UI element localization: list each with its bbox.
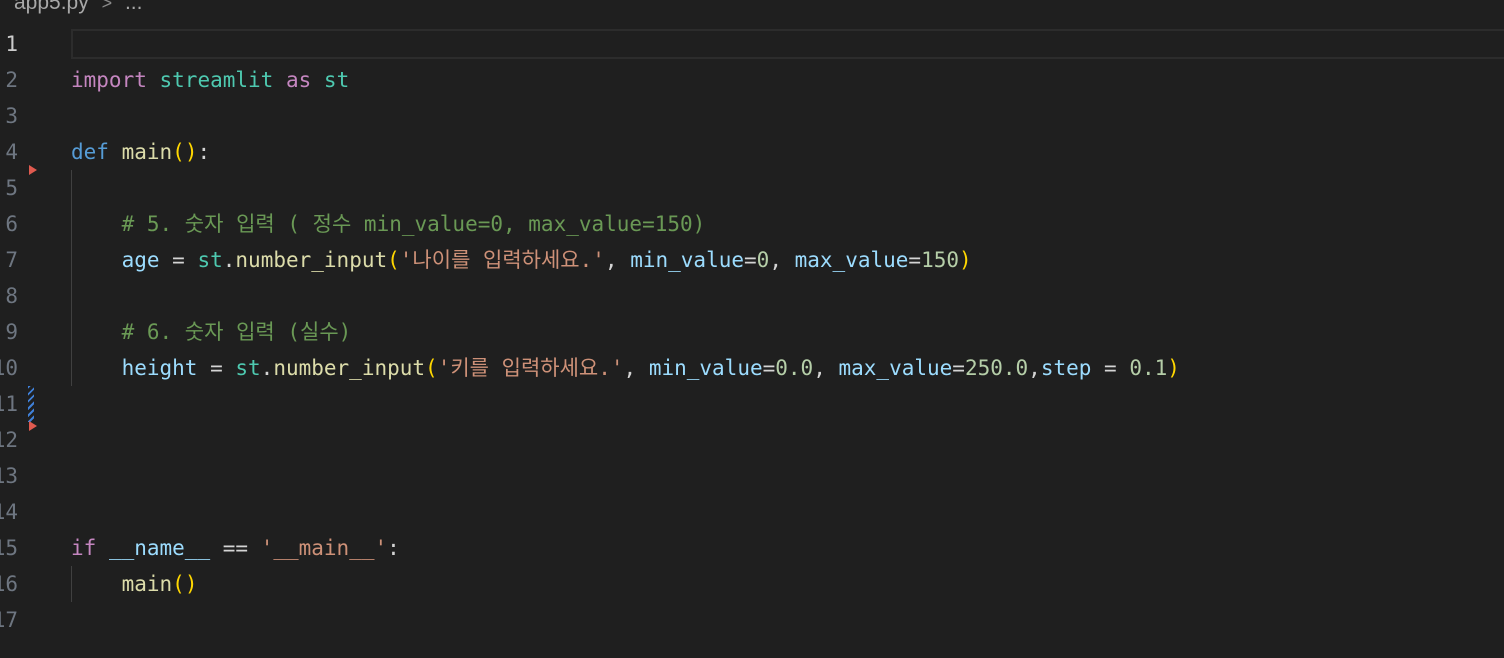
dot: . — [260, 356, 274, 380]
variable-name: age — [121, 248, 160, 272]
modified-line-marker[interactable] — [29, 421, 37, 431]
line-number: 7 — [5, 248, 18, 272]
modified-line-marker[interactable] — [29, 165, 37, 175]
comma: , — [604, 248, 631, 272]
breadcrumb-file[interactable]: app5.py — [14, 0, 89, 14]
current-line-highlight — [71, 29, 1504, 59]
keyword-if: if — [71, 536, 97, 560]
number-literal: 0.0 — [775, 356, 814, 380]
string-literal: '나이를 입력하세요.' — [399, 248, 605, 272]
code-line-10: height = st.number_input('키를 입력하세요.', mi… — [71, 350, 1180, 386]
comma: , — [1028, 356, 1041, 380]
module-name: streamlit — [159, 68, 274, 92]
number-literal: 0 — [756, 248, 770, 272]
function-call: main — [121, 572, 173, 596]
bracket: ( — [425, 356, 438, 380]
line-number: 9 — [5, 320, 18, 344]
number-literal: 0.1 — [1129, 356, 1168, 380]
operator: = — [908, 248, 922, 272]
line-number: 1 — [5, 32, 18, 56]
added-lines-marker[interactable] — [28, 386, 34, 422]
line-number: 12 — [0, 428, 18, 452]
operator: = — [197, 356, 236, 380]
comment: # 6. 숫자 입력 (실수) — [121, 320, 352, 344]
line-number: 8 — [5, 284, 18, 308]
keyword-import: import — [71, 68, 147, 92]
comma: , — [623, 356, 649, 380]
bracket: ( — [387, 248, 400, 272]
keyword-as: as — [285, 68, 312, 92]
bracket: ) — [959, 248, 972, 272]
operator: = — [952, 356, 965, 380]
dunder-name: __name__ — [108, 536, 211, 560]
comma: , — [769, 248, 795, 272]
operator: = — [159, 248, 198, 272]
bracket: ( — [172, 140, 185, 164]
bracket: ) — [184, 140, 198, 164]
number-literal: 250.0 — [964, 356, 1029, 380]
bracket: ( — [172, 572, 185, 596]
variable-name: height — [121, 356, 198, 380]
module-alias: st — [235, 356, 261, 380]
line-number: 13 — [0, 464, 18, 488]
code-line-15: if __name__ == '__main__': — [71, 530, 400, 566]
function-name: number_input — [235, 248, 388, 272]
module-alias: st — [197, 248, 223, 272]
line-number: 11 — [0, 392, 18, 416]
function-name: main — [121, 140, 173, 164]
line-number-gutter: 1 2 3 4 5 6 7 8 9 10 11 12 13 14 15 16 1… — [0, 26, 40, 658]
parameter-name: max_value — [838, 356, 953, 380]
string-literal: '__main__' — [260, 536, 388, 560]
parameter-name: min_value — [648, 356, 763, 380]
code-line-4: def main(): — [71, 134, 210, 170]
code-line-2: import streamlit as st — [71, 62, 349, 98]
chevron-right-icon: > — [101, 0, 113, 13]
colon: : — [197, 140, 211, 164]
operator: = — [744, 248, 757, 272]
line-number: 14 — [0, 500, 18, 524]
line-number: 5 — [5, 176, 18, 200]
operator: == — [210, 536, 261, 560]
line-number: 2 — [5, 68, 18, 92]
line-number: 10 — [0, 356, 18, 380]
breadcrumb: app5.py > ... — [0, 0, 1504, 26]
comment: # 5. 숫자 입력 ( 정수 min_value=0, max_value=1… — [121, 212, 706, 236]
parameter-name: min_value — [630, 248, 745, 272]
code-editor[interactable]: 1 2 3 4 5 6 7 8 9 10 11 12 13 14 15 16 1… — [0, 26, 1504, 658]
colon: : — [387, 536, 400, 560]
line-number: 16 — [0, 572, 18, 596]
string-literal: '키를 입력하세요.' — [437, 356, 624, 380]
operator: = — [1091, 356, 1130, 380]
bracket: ) — [1167, 356, 1180, 380]
module-alias: st — [323, 68, 350, 92]
dot: . — [222, 248, 236, 272]
breadcrumb-symbol[interactable]: ... — [125, 0, 143, 14]
line-number: 4 — [5, 140, 18, 164]
line-number: 15 — [0, 536, 18, 560]
parameter-name: step — [1040, 356, 1092, 380]
bracket: ) — [184, 572, 198, 596]
line-number: 6 — [5, 212, 18, 236]
comma: , — [813, 356, 839, 380]
line-number: 17 — [0, 608, 18, 632]
code-line-9: # 6. 숫자 입력 (실수) — [71, 314, 352, 350]
function-name: number_input — [273, 356, 426, 380]
line-number: 3 — [5, 104, 18, 128]
keyword-def: def — [71, 140, 109, 164]
number-literal: 150 — [921, 248, 960, 272]
operator: = — [762, 356, 776, 380]
code-line-6: # 5. 숫자 입력 ( 정수 min_value=0, max_value=1… — [71, 206, 706, 242]
code-line-7: age = st.number_input('나이를 입력하세요.', min_… — [71, 242, 972, 278]
code-line-16: main() — [71, 566, 198, 602]
parameter-name: max_value — [794, 248, 909, 272]
